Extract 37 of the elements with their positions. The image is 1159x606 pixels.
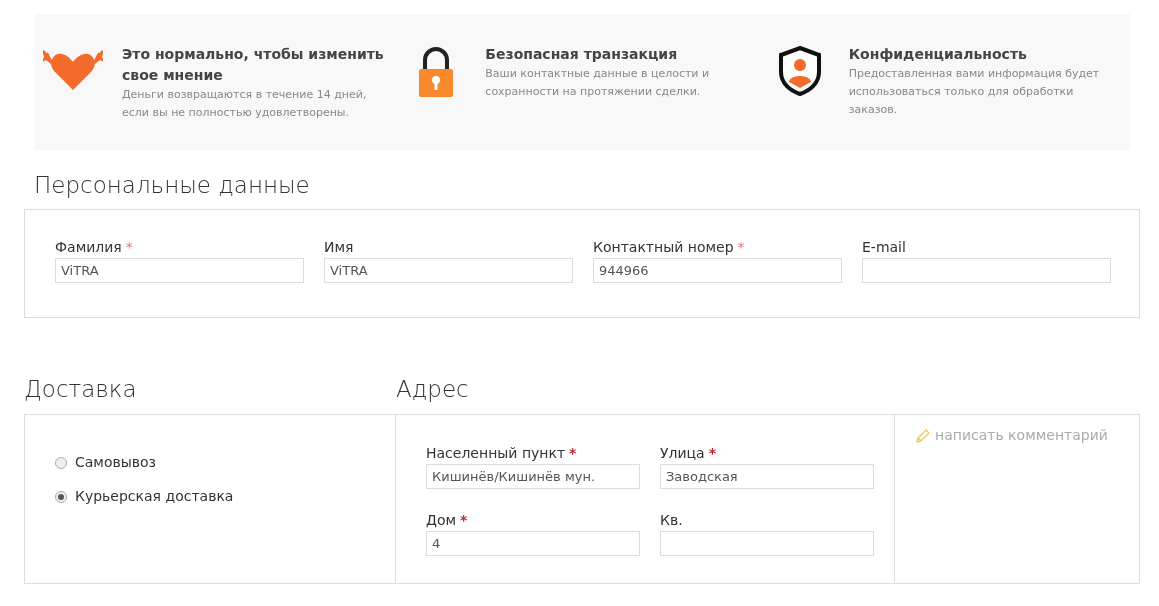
feature-description: Деньги возвращаются в течение 14 дней, если вы не полностью удовлетворены.	[122, 87, 368, 121]
feature-title: Безопасная транзакция	[485, 45, 679, 64]
text-field[interactable]	[660, 531, 874, 556]
text-field[interactable]: 944966	[593, 258, 842, 283]
feature-description: Ваши контактные данные в целости и сохранности на протяжении сделки.	[485, 66, 711, 100]
feature-title: Это нормально, чтобы изменить свое мнение	[122, 45, 384, 85]
text-field[interactable]	[862, 258, 1111, 283]
field-label: E-mail	[862, 237, 906, 257]
feature-title: Конфиденциальность	[848, 45, 1028, 64]
text-field[interactable]: ViTRA	[324, 258, 573, 283]
required-mark: *	[125, 237, 133, 257]
field-label: Населенный пункт	[426, 443, 566, 463]
field-label: Дом	[426, 510, 457, 530]
radio-button[interactable]	[55, 490, 67, 503]
text-field[interactable]: 4	[426, 531, 640, 556]
field-label: Контактный номер	[593, 237, 734, 257]
section-title: Доставка	[24, 375, 138, 404]
radio-option[interactable]: Курьерская доставка	[55, 486, 234, 507]
field-label: Кв.	[660, 510, 683, 530]
required-mark: *	[460, 510, 468, 530]
text-field[interactable]: Кишинёв/Кишинёв мун.	[426, 464, 640, 489]
section-title: Персональные данные	[34, 171, 311, 200]
feature-description: Предоставленная вами информация будет использоваться только для обработки заказов.	[848, 66, 1101, 118]
field-label: Улица	[660, 443, 705, 463]
padlock-icon	[418, 46, 455, 98]
radio-button[interactable]	[55, 456, 67, 469]
field-label: Фамилия	[55, 237, 122, 257]
field-label: Имя	[324, 237, 354, 257]
section-title: Адрес	[396, 375, 469, 404]
required-mark: *	[708, 443, 716, 463]
required-mark: *	[569, 443, 577, 463]
radio-option[interactable]: Самовывоз	[55, 452, 157, 473]
text-field[interactable]: ViTRA	[55, 258, 304, 283]
pencil-icon	[915, 427, 931, 444]
shield-person-icon	[777, 46, 822, 96]
text-field[interactable]: Заводская	[660, 464, 874, 489]
required-mark: *	[737, 237, 745, 257]
